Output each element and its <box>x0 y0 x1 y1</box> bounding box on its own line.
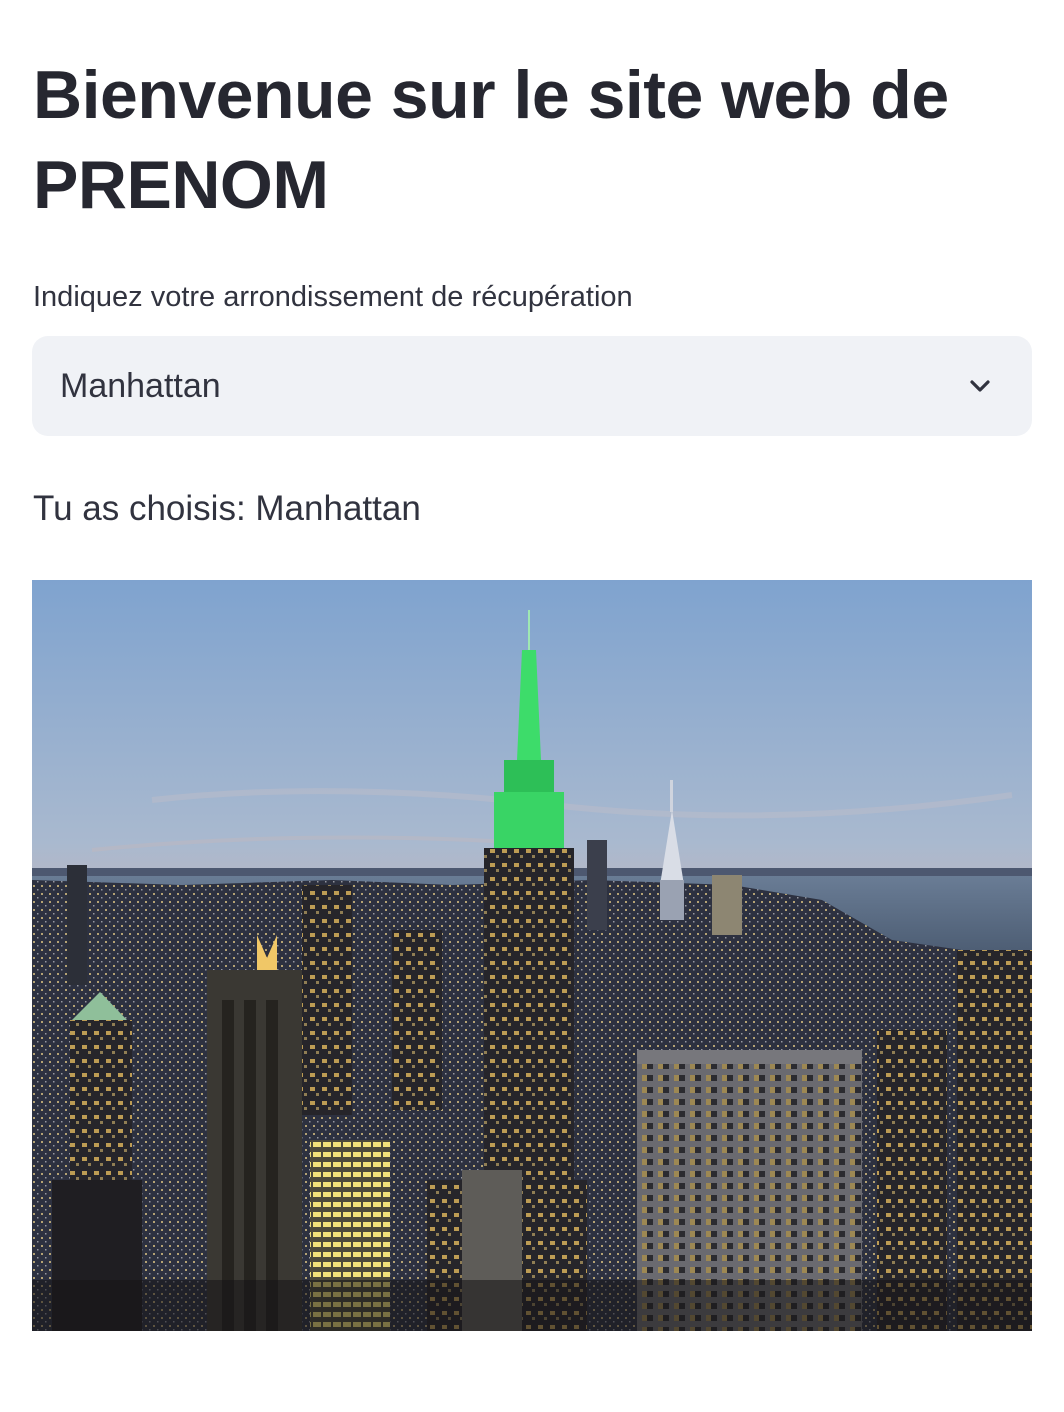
borough-select-value: Manhattan <box>60 367 221 405</box>
selection-result-text: Tu as choisis: Manhattan <box>33 489 421 528</box>
borough-select[interactable]: Manhattan <box>32 336 1032 436</box>
chevron-down-icon[interactable] <box>964 370 996 402</box>
borough-select-label: Indiquez votre arrondissement de récupér… <box>33 281 633 313</box>
manhattan-skyline-image <box>32 580 1032 1331</box>
page-title: Bienvenue sur le site web de PRENOM <box>33 57 949 223</box>
main-content: Bienvenue sur le site web de PRENOM Indi… <box>0 0 1064 1412</box>
